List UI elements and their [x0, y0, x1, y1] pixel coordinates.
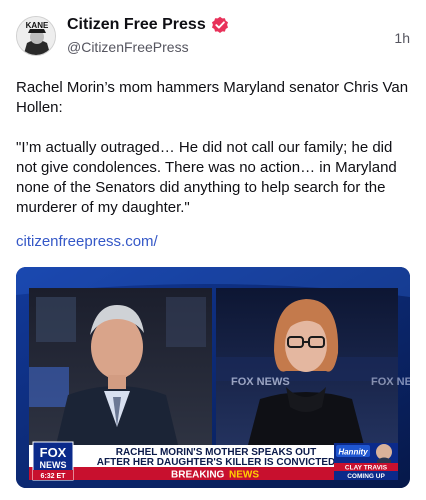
coming-up-promo: Hannity CLAY TRAVIS COMING UP [334, 443, 398, 480]
logo-fox: FOX [40, 445, 67, 460]
post-timestamp[interactable]: 1h [394, 30, 410, 46]
author-handle[interactable]: @CitizenFreePress [67, 39, 189, 55]
left-video-panel [29, 288, 212, 445]
studio-watermark-2: FOX NEWS [371, 376, 410, 388]
video-thumbnail[interactable]: FOX NEWS FOX NEWS RACHEL MORIN'S MOTHER … [16, 267, 410, 488]
post-paragraph: Rachel Morin’s mom hammers Maryland sena… [16, 79, 409, 116]
author-display-name[interactable]: Citizen Free Press [67, 16, 206, 34]
broadcast-still: FOX NEWS FOX NEWS RACHEL MORIN'S MOTHER … [16, 267, 410, 488]
verified-badge-icon [211, 16, 228, 33]
avatar-text: KANE [26, 21, 49, 30]
kane-avatar-icon: KANE [17, 17, 55, 55]
network-logo: FOX NEWS 6:32 ET [32, 441, 74, 481]
promo-show-name: Hannity [338, 448, 368, 457]
broadcast-clock: 6:32 ET [41, 473, 67, 480]
promo-tag: COMING UP [347, 473, 385, 480]
author-avatar[interactable]: KANE [16, 16, 56, 56]
post-body: Rachel Morin’s mom hammers Maryland sena… [16, 78, 416, 218]
ticker-breaking: BREAKING [171, 470, 225, 481]
post-paragraph-quote: "I’m actually outraged… He did not call … [16, 139, 397, 216]
post-link[interactable]: citizenfreepress.com/ [16, 233, 158, 250]
promo-guest: CLAY TRAVIS [345, 465, 388, 472]
post-card[interactable]: KANE Citizen Free Press @CitizenFreePres… [0, 0, 426, 500]
logo-news: NEWS [40, 460, 67, 470]
right-video-panel: FOX NEWS FOX NEWS [216, 288, 410, 445]
studio-watermark: FOX NEWS [231, 376, 290, 388]
author-name-row: Citizen Free Press [67, 16, 229, 34]
ticker-news: NEWS [229, 470, 259, 481]
chyron-line-2: AFTER HER DAUGHTER'S KILLER IS CONVICTED [97, 457, 336, 468]
